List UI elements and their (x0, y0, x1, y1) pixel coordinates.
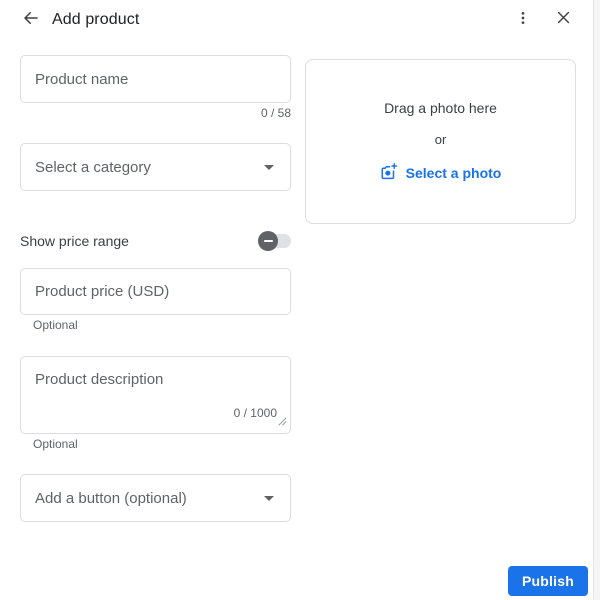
product-name-placeholder: Product name (35, 70, 129, 88)
toggle-thumb-minus-icon (258, 231, 278, 251)
add-a-photo-icon (380, 162, 398, 184)
product-price-placeholder: Product price (USD) (35, 283, 170, 300)
product-price-input[interactable]: Product price (USD) (20, 268, 291, 315)
back-button[interactable] (15, 3, 47, 35)
or-text: or (434, 131, 447, 147)
vertical-scrollbar[interactable] (593, 0, 600, 600)
arrow-back-icon (22, 9, 40, 30)
publish-button[interactable]: Publish (508, 566, 588, 596)
add-button-select-value: Add a button (optional) (35, 489, 187, 507)
photo-dropzone[interactable]: Drag a photo here or Select a photo (305, 59, 576, 224)
category-select[interactable]: Select a category (20, 143, 291, 191)
price-range-row: Show price range (20, 231, 291, 251)
dialog-header: Add product (0, 0, 592, 40)
dialog-title: Add product (52, 11, 140, 28)
add-product-dialog: Add product Product name 0 / 58 Select a… (0, 0, 600, 600)
add-button-select[interactable]: Add a button (optional) (20, 474, 291, 522)
select-photo-label: Select a photo (405, 165, 502, 181)
category-select-value: Select a category (35, 158, 151, 176)
product-description-textarea[interactable]: Product description 0 / 1000 (20, 356, 291, 434)
description-optional-helper: Optional (33, 437, 78, 451)
product-name-input[interactable]: Product name (20, 55, 291, 103)
close-button[interactable] (547, 3, 579, 35)
description-counter: 0 / 1000 (233, 406, 277, 420)
price-optional-helper: Optional (33, 318, 78, 332)
chevron-down-icon (264, 495, 274, 501)
more-options-button[interactable] (507, 3, 539, 35)
chevron-down-icon (264, 164, 274, 170)
select-photo-button[interactable]: Select a photo (380, 162, 502, 184)
product-name-counter: 0 / 58 (260, 106, 291, 120)
resize-handle-icon[interactable] (278, 413, 287, 430)
kebab-menu-icon (515, 10, 531, 29)
drag-photo-text: Drag a photo here (384, 99, 497, 116)
product-description-placeholder: Product description (35, 371, 164, 388)
close-icon (555, 9, 572, 29)
price-range-toggle[interactable] (258, 231, 291, 251)
price-range-label: Show price range (20, 233, 129, 249)
